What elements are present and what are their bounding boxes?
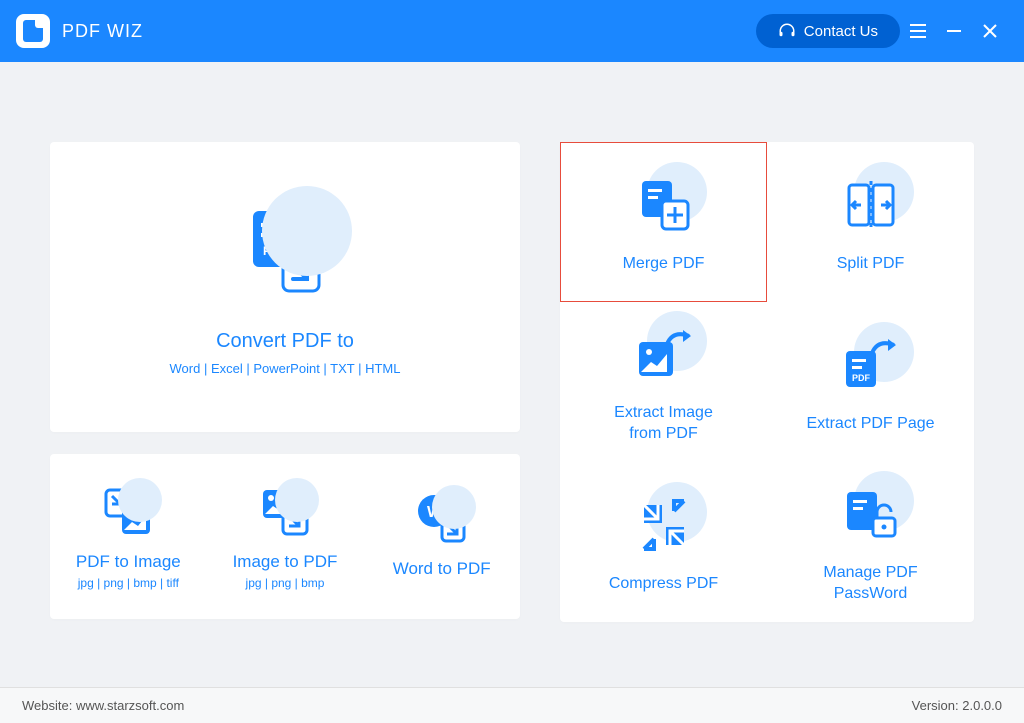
- manage-password-icon: [841, 486, 901, 542]
- app-title: PDF WIZ: [62, 21, 143, 42]
- main-content: PDF Convert PDF to Word | Excel | PowerP…: [0, 62, 1024, 622]
- word-to-pdf-tile[interactable]: W Word to PDF: [363, 454, 520, 619]
- minimize-button[interactable]: [936, 13, 972, 49]
- svg-text:PDF: PDF: [852, 373, 871, 383]
- pdf-to-image-tile[interactable]: PDF to Image jpg | png | bmp | tiff: [50, 454, 207, 619]
- extract-page-icon: PDF: [840, 337, 902, 393]
- title-bar: PDF WIZ Contact Us: [0, 0, 1024, 62]
- minimize-icon: [947, 24, 961, 38]
- convert-pdf-subtitle: Word | Excel | PowerPoint | TXT | HTML: [170, 361, 401, 376]
- headset-icon: [778, 22, 796, 40]
- hamburger-icon: [910, 24, 926, 38]
- close-button[interactable]: [972, 13, 1008, 49]
- merge-pdf-tile[interactable]: Merge PDF: [560, 142, 767, 302]
- close-icon: [983, 24, 997, 38]
- merge-pdf-icon: [636, 177, 692, 233]
- contact-us-button[interactable]: Contact Us: [756, 14, 900, 48]
- tile-sub: jpg | png | bmp | tiff: [78, 576, 179, 590]
- split-pdf-tile[interactable]: Split PDF: [767, 142, 974, 302]
- convert-pdf-title: Convert PDF to: [216, 330, 354, 353]
- compress-pdf-icon: [636, 497, 692, 553]
- cell-title: Manage PDF PassWord: [823, 563, 917, 605]
- convert-row: PDF to Image jpg | png | bmp | tiff Imag…: [50, 454, 520, 619]
- menu-button[interactable]: [900, 13, 936, 49]
- cell-title: Extract PDF Page: [806, 414, 934, 435]
- extract-image-icon: [633, 326, 695, 382]
- status-bar: Website: www.starzsoft.com Version: 2.0.…: [0, 687, 1024, 723]
- image-to-pdf-tile[interactable]: Image to PDF jpg | png | bmp: [207, 454, 364, 619]
- cell-title: Compress PDF: [609, 574, 718, 595]
- extract-page-tile[interactable]: PDF Extract PDF Page: [767, 302, 974, 462]
- split-pdf-icon: [843, 177, 899, 233]
- compress-pdf-tile[interactable]: Compress PDF: [560, 462, 767, 622]
- contact-us-label: Contact Us: [804, 23, 878, 40]
- cell-title: Merge PDF: [623, 254, 705, 275]
- tile-title: Word to PDF: [393, 559, 491, 579]
- cell-title: Extract Image from PDF: [614, 403, 713, 445]
- tools-grid: Merge PDF Split PDF: [560, 142, 974, 622]
- website-label[interactable]: Website: www.starzsoft.com: [22, 698, 184, 713]
- version-label: Version: 2.0.0.0: [912, 698, 1002, 713]
- manage-password-tile[interactable]: Manage PDF PassWord: [767, 462, 974, 622]
- app-logo: [16, 14, 50, 48]
- tile-title: Image to PDF: [233, 552, 338, 572]
- tile-sub: jpg | png | bmp: [246, 576, 325, 590]
- tile-title: PDF to Image: [76, 552, 181, 572]
- extract-image-tile[interactable]: Extract Image from PDF: [560, 302, 767, 462]
- cell-title: Split PDF: [837, 254, 905, 275]
- convert-pdf-card[interactable]: PDF Convert PDF to Word | Excel | PowerP…: [50, 142, 520, 432]
